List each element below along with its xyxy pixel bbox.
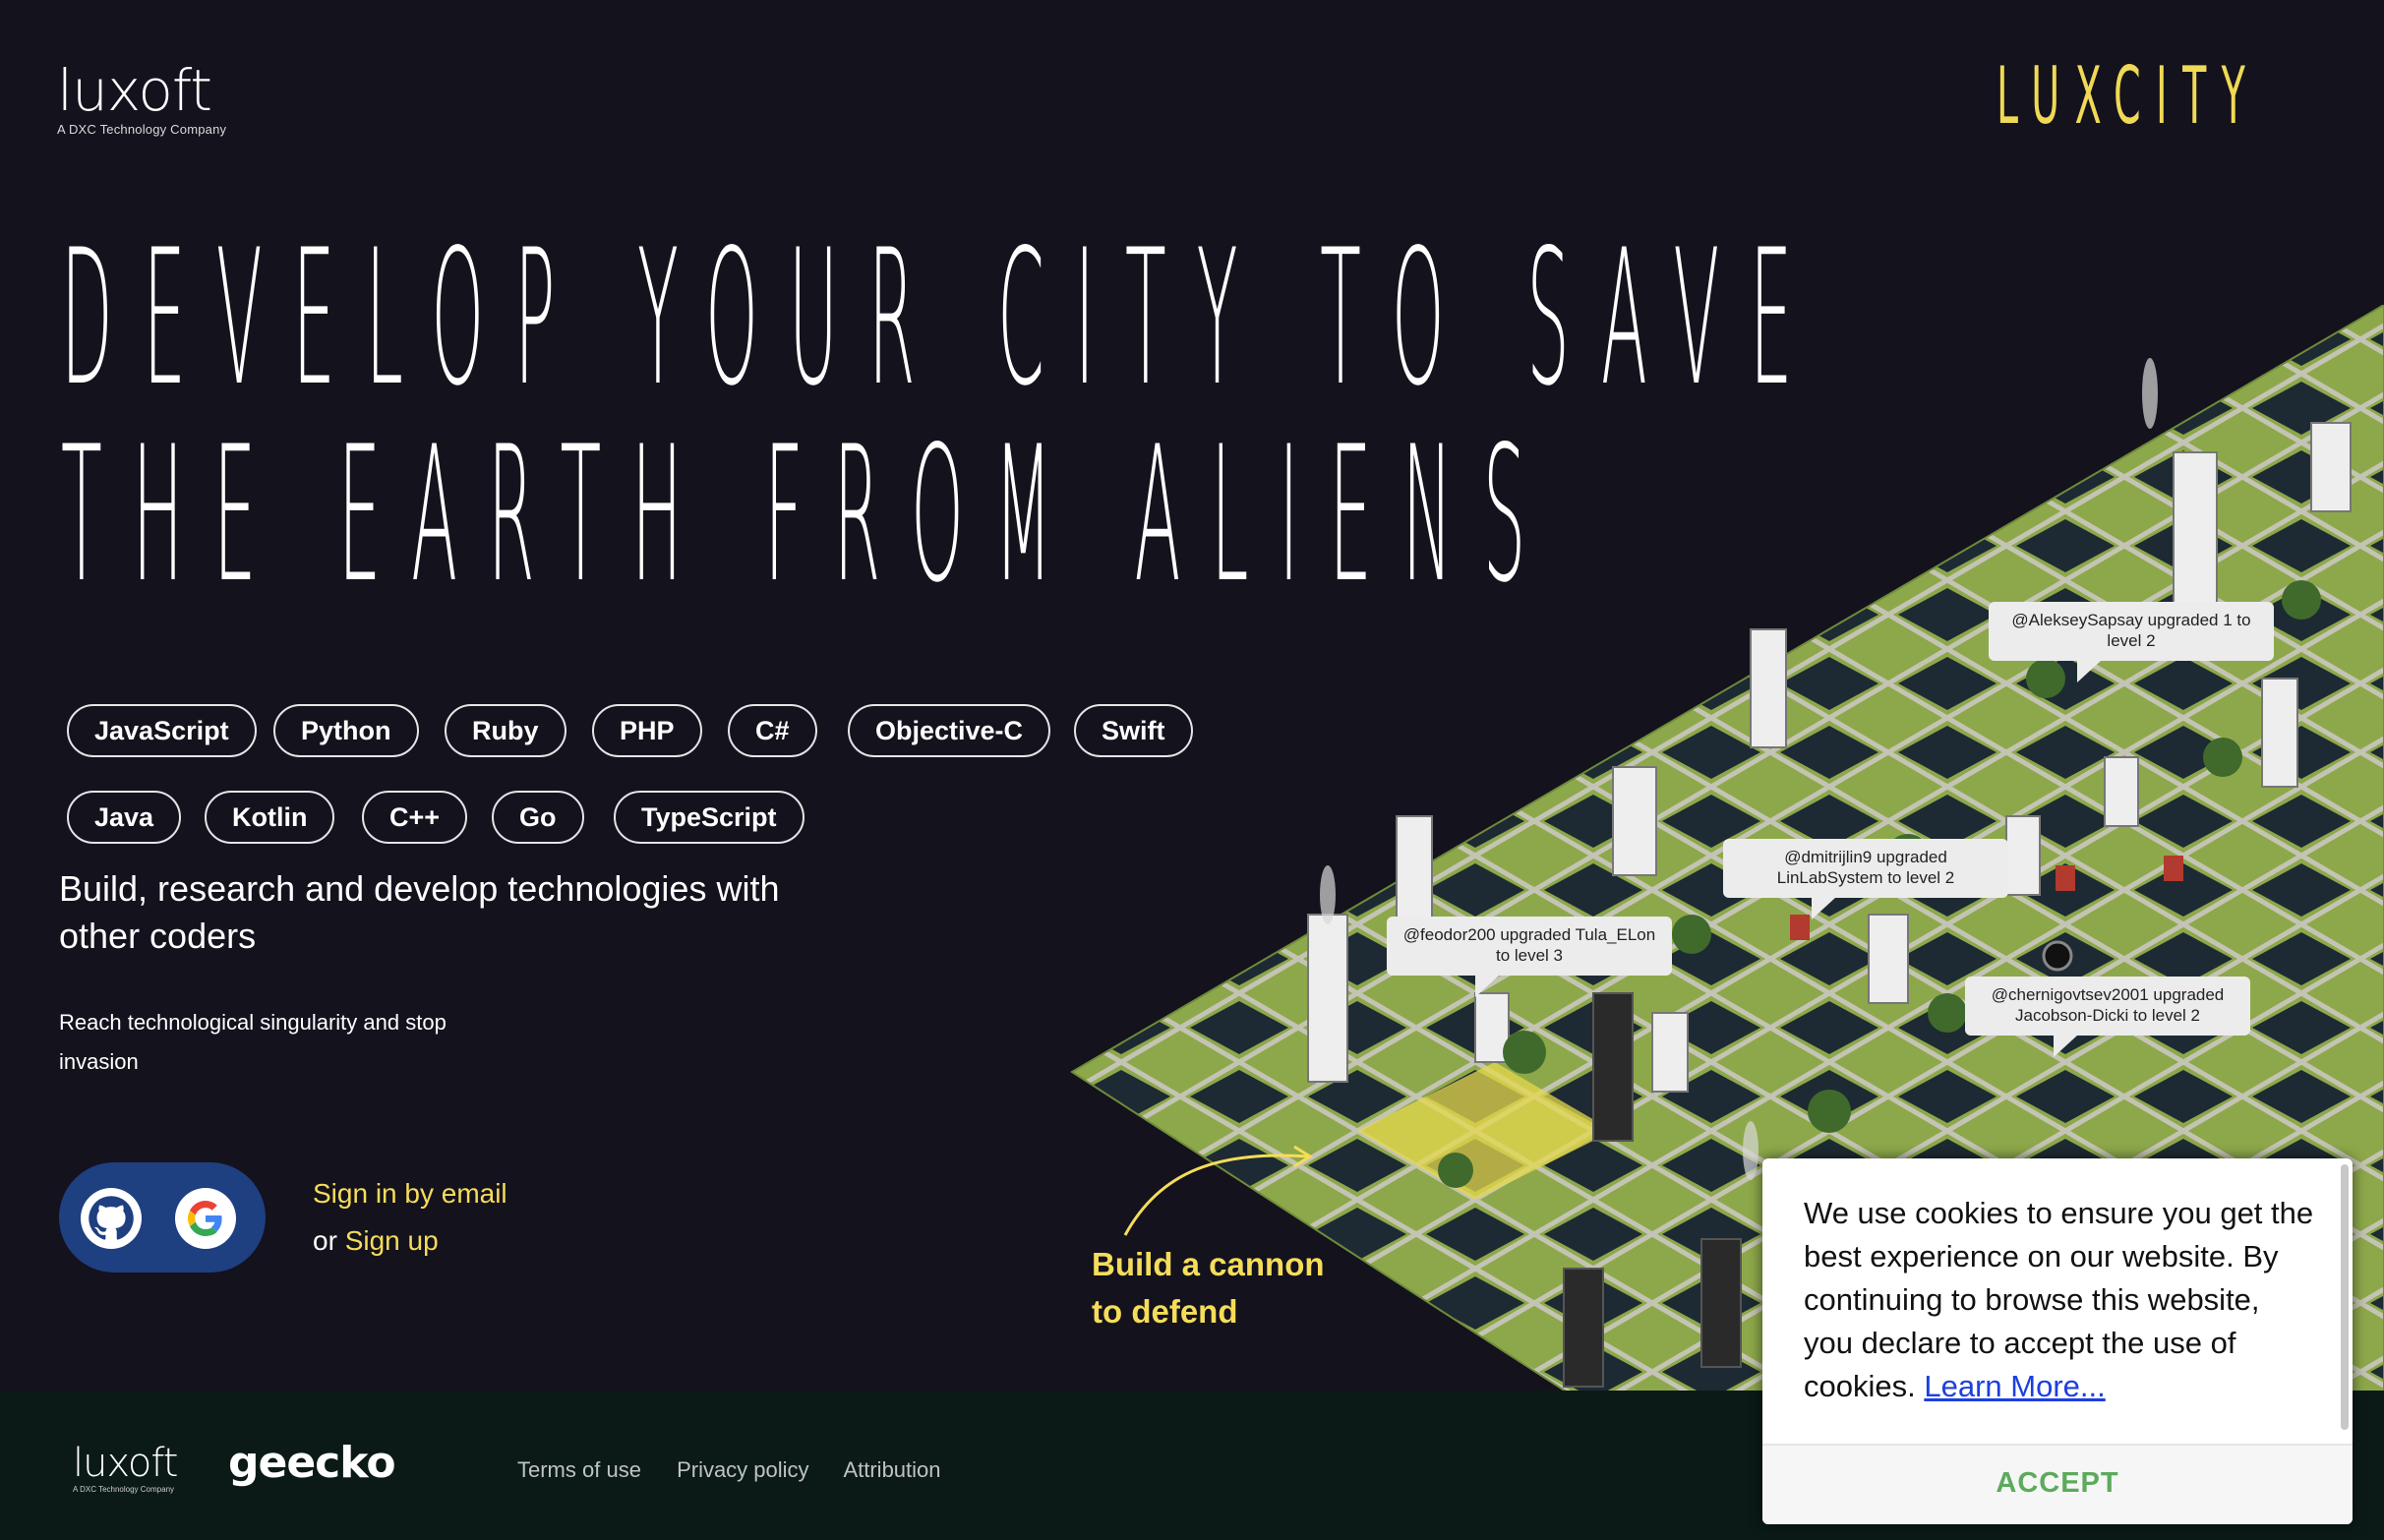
- cookie-message: We use cookies to ensure you get the bes…: [1804, 1192, 2315, 1408]
- tag-php[interactable]: PHP: [592, 704, 702, 757]
- tag-java[interactable]: Java: [67, 791, 182, 844]
- tag-kotlin[interactable]: Kotlin: [205, 791, 335, 844]
- tag-python[interactable]: Python: [273, 704, 419, 757]
- activity-bubble: @AlekseySapsay upgraded 1 to level 2: [1989, 602, 2274, 682]
- attribution-link[interactable]: Attribution: [843, 1457, 940, 1482]
- footer-links: Terms of use Privacy policy Attribution: [517, 1457, 971, 1483]
- cannon-arrow-icon: [1123, 1145, 1313, 1236]
- tag-cpp[interactable]: C++: [362, 791, 468, 844]
- activity-bubble: @feodor200 upgraded Tula_ELon to level 3: [1387, 917, 1672, 997]
- cannon-hint-line-2: to defend: [1092, 1293, 1238, 1330]
- luxoft-logo-subtitle: A DXC Technology Company: [57, 122, 227, 137]
- sign-in-email-link[interactable]: Sign in by email: [313, 1170, 507, 1217]
- terms-of-use-link[interactable]: Terms of use: [517, 1457, 641, 1482]
- learn-more-link[interactable]: Learn More...: [1924, 1369, 2105, 1403]
- sub-description: Reach technological singularity and stop…: [59, 1010, 447, 1074]
- sign-up-link[interactable]: Sign up: [345, 1225, 439, 1256]
- footer-luxoft-subtitle: A DXC Technology Company: [73, 1485, 175, 1494]
- google-icon[interactable]: [175, 1188, 236, 1249]
- tag-typescript[interactable]: TypeScript: [614, 791, 805, 844]
- tag-javascript[interactable]: JavaScript: [67, 704, 257, 757]
- cookie-scrollbar[interactable]: [2341, 1164, 2349, 1430]
- luxcity-brand[interactable]: LUXCITY: [1997, 57, 2260, 136]
- activity-bubble: @chernigovtsev2001 upgraded Jacobson-Dic…: [1965, 977, 2250, 1057]
- activity-bubble: @dmitrijlin9 upgraded LinLabSystem to le…: [1723, 839, 2008, 919]
- cookie-accept-bar: ACCEPT: [1762, 1444, 2353, 1524]
- tag-csharp[interactable]: C#: [728, 704, 817, 757]
- accept-cookies-button[interactable]: ACCEPT: [1762, 1467, 2353, 1500]
- tag-go[interactable]: Go: [492, 791, 584, 844]
- github-icon[interactable]: [81, 1188, 142, 1249]
- sign-up-line: or Sign up: [313, 1217, 507, 1265]
- cannon-hint-line-1: Build a cannon: [1092, 1246, 1325, 1282]
- luxoft-logo-word: luxoft: [57, 57, 212, 124]
- privacy-policy-link[interactable]: Privacy policy: [677, 1457, 808, 1482]
- tag-objective-c[interactable]: Objective-C: [848, 704, 1051, 757]
- social-login-pill: [59, 1162, 266, 1273]
- email-auth: Sign in by email or Sign up: [313, 1170, 507, 1265]
- footer-luxoft-logo[interactable]: luxoft A DXC Technology Company: [73, 1441, 178, 1494]
- luxoft-logo[interactable]: luxoft A DXC Technology Company: [57, 57, 227, 137]
- footer-luxoft-word: luxoft: [73, 1441, 178, 1486]
- footer-geecko-logo[interactable]: geecko: [228, 1442, 396, 1485]
- or-text: or: [313, 1225, 345, 1256]
- tag-ruby[interactable]: Ruby: [445, 704, 566, 757]
- main-description: Build, research and develop technologies…: [59, 868, 780, 956]
- build-cannon-hint: Build a cannon to defend: [1092, 1241, 1325, 1335]
- cookie-banner: We use cookies to ensure you get the bes…: [1762, 1158, 2353, 1524]
